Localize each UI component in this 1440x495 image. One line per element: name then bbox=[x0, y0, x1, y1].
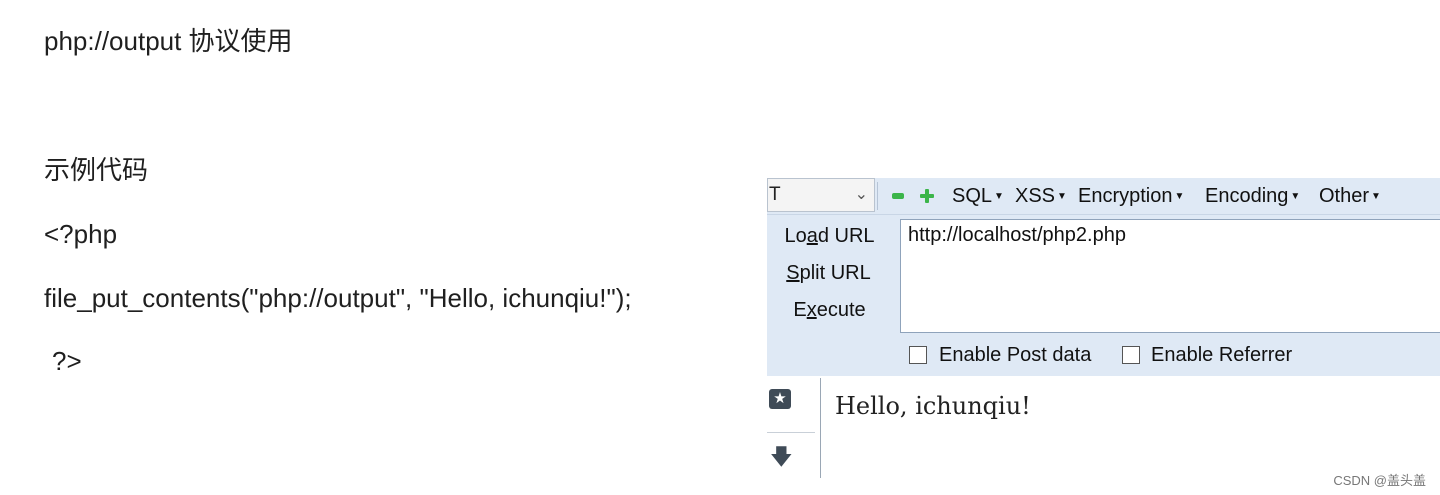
dropdown-arrow-icon: ▼ bbox=[1057, 191, 1067, 202]
doc-heading: 示例代码 bbox=[44, 155, 149, 185]
hackbar-select[interactable]: T ⌄ bbox=[767, 178, 875, 212]
menu-encryption-label: Encryption bbox=[1078, 185, 1173, 207]
chevron-down-icon: ⌄ bbox=[854, 186, 868, 203]
execute-button[interactable]: Execute bbox=[767, 296, 892, 324]
code-close-tag: ?> bbox=[52, 346, 82, 376]
sidebar-divider bbox=[767, 432, 815, 433]
hackbar-toolbar: T ⌄ SQL ▼ XSS ▼ Encryption ▼ Encoding ▼ Othe… bbox=[767, 178, 1440, 215]
enable-post-data-checkbox[interactable] bbox=[909, 346, 927, 364]
watermark: CSDN @盖头盖 bbox=[1333, 473, 1426, 488]
down-arrow-icon[interactable]: 🡇 bbox=[770, 446, 793, 468]
menu-encryption[interactable]: Encryption ▼ bbox=[1078, 182, 1184, 211]
code-open-tag: <?php bbox=[44, 219, 118, 249]
load-url-label-pre: Lo bbox=[784, 225, 807, 247]
dropdown-arrow-icon: ▼ bbox=[994, 191, 1004, 202]
menu-encoding-label: Encoding bbox=[1205, 185, 1289, 207]
execute-label-post: ecute bbox=[816, 299, 866, 321]
minus-icon[interactable] bbox=[892, 193, 904, 199]
browser-sidebar: ★ 🡇 bbox=[767, 378, 821, 478]
star-icon[interactable]: ★ bbox=[769, 389, 791, 409]
load-url-accesskey: a bbox=[806, 225, 818, 247]
load-url-label-post: d URL bbox=[817, 225, 875, 247]
hackbar-select-value: T bbox=[769, 184, 781, 205]
dropdown-arrow-icon: ▼ bbox=[1371, 191, 1381, 202]
doc-title: php://output 协议使用 bbox=[44, 26, 293, 56]
enable-post-data-label: Enable Post data bbox=[939, 344, 1092, 366]
menu-other-label: Other bbox=[1319, 185, 1370, 207]
page-output-text: Hello, ichunqiu! bbox=[835, 392, 1031, 420]
menu-other[interactable]: Other ▼ bbox=[1319, 182, 1381, 211]
plus-icon[interactable] bbox=[920, 189, 934, 203]
load-url-button[interactable]: Load URL bbox=[767, 222, 892, 250]
url-input[interactable]: http://localhost/php2.php bbox=[900, 219, 1440, 333]
toolbar-separator bbox=[877, 182, 878, 210]
dropdown-arrow-icon: ▼ bbox=[1290, 191, 1301, 202]
split-url-button[interactable]: Split URL bbox=[766, 259, 891, 287]
dropdown-arrow-icon: ▼ bbox=[1174, 191, 1185, 202]
split-url-accesskey: S bbox=[786, 262, 800, 284]
split-url-label-post: plit URL bbox=[799, 262, 871, 284]
execute-accesskey: x bbox=[806, 299, 817, 321]
menu-xss[interactable]: XSS ▼ bbox=[1015, 182, 1067, 211]
menu-sql[interactable]: SQL ▼ bbox=[952, 182, 1004, 211]
enable-referrer-checkbox[interactable] bbox=[1122, 346, 1140, 364]
menu-xss-label: XSS bbox=[1015, 185, 1056, 207]
execute-label-pre: E bbox=[793, 299, 807, 321]
enable-referrer-label: Enable Referrer bbox=[1151, 344, 1293, 366]
menu-sql-label: SQL bbox=[952, 185, 993, 207]
hackbar-panel: T ⌄ SQL ▼ XSS ▼ Encryption ▼ Encoding ▼ Othe… bbox=[767, 178, 1440, 376]
code-line: file_put_contents("php://output", "Hello… bbox=[44, 283, 632, 313]
menu-encoding[interactable]: Encoding ▼ bbox=[1205, 182, 1300, 211]
